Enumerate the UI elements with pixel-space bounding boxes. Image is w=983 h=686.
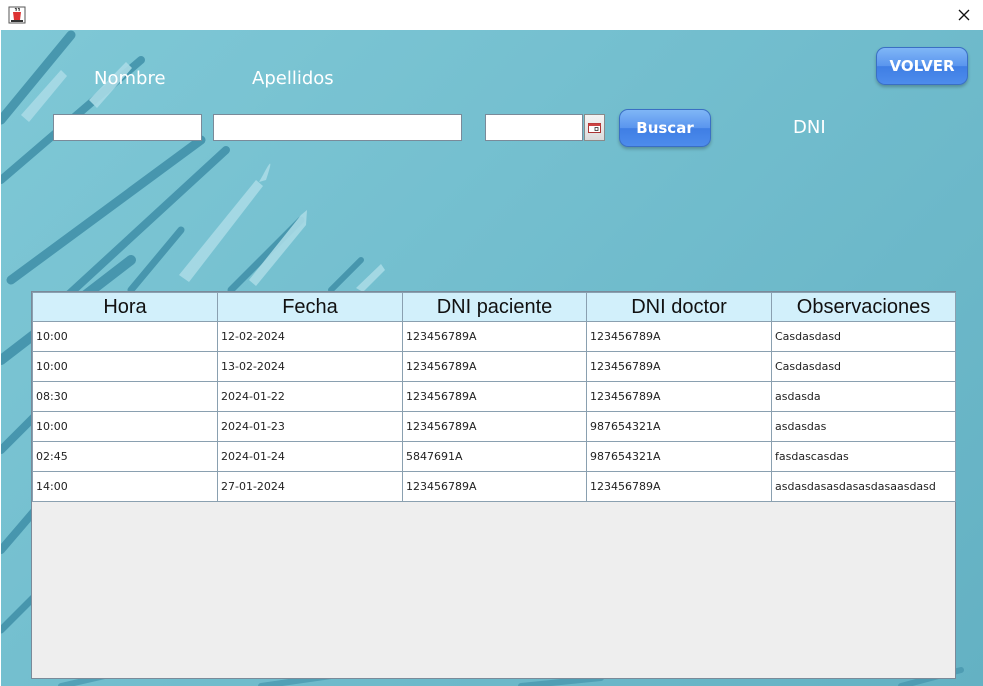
table-cell[interactable]: 2024-01-24 [217,441,403,472]
title-bar [0,0,983,30]
table-cell[interactable]: Casdasdasd [771,351,956,382]
java-cup-icon [8,6,26,24]
table-cell[interactable]: 13-02-2024 [217,351,403,382]
table-cell[interactable]: 2024-01-22 [217,381,403,412]
column-header-fecha[interactable]: Fecha [217,292,403,322]
table-row[interactable]: 10:00 13-02-2024 123456789A 123456789A C… [32,351,956,382]
table-cell[interactable]: 14:00 [32,471,218,502]
close-icon [958,9,970,21]
fecha-input[interactable] [485,114,583,141]
column-header-observaciones[interactable]: Observaciones [771,292,956,322]
table-row[interactable]: 14:00 27-01-2024 123456789A 123456789A a… [32,471,956,502]
table-row[interactable]: 02:45 2024-01-24 5847691A 987654321A fas… [32,441,956,472]
table-row[interactable]: 10:00 12-02-2024 123456789A 123456789A C… [32,321,956,352]
dni-label: DNI [793,117,826,138]
table-cell[interactable]: 123456789A [402,381,587,412]
calendar-icon [588,122,601,133]
appointments-table: Hora Fecha DNI paciente DNI doctor Obser… [31,291,956,679]
buscar-button[interactable]: Buscar [619,109,711,147]
table-cell[interactable]: 2024-01-23 [217,411,403,442]
table-cell[interactable]: 987654321A [586,441,772,472]
table-cell[interactable]: 123456789A [402,471,587,502]
table-cell[interactable]: 123456789A [402,321,587,352]
table-cell[interactable]: 123456789A [586,471,772,502]
close-button[interactable] [949,0,979,30]
table-row[interactable]: 08:30 2024-01-22 123456789A 123456789A a… [32,381,956,412]
table-row[interactable]: 10:00 2024-01-23 123456789A 987654321A a… [32,411,956,442]
table-cell[interactable]: 987654321A [586,411,772,442]
table-cell[interactable]: 5847691A [402,441,587,472]
table-cell[interactable]: 10:00 [32,321,218,352]
table-cell[interactable]: asdasda [771,381,956,412]
apellidos-input[interactable] [213,114,462,141]
table-header-row: Hora Fecha DNI paciente DNI doctor Obser… [32,292,956,322]
table-cell[interactable]: Casdasdasd [771,321,956,352]
table-cell[interactable]: fasdascasdas [771,441,956,472]
appointments-grid: Hora Fecha DNI paciente DNI doctor Obser… [32,292,956,502]
table-cell[interactable]: 02:45 [32,441,218,472]
date-picker-button[interactable] [584,114,605,141]
table-cell[interactable]: 123456789A [402,351,587,382]
table-cell[interactable]: 27-01-2024 [217,471,403,502]
table-cell[interactable]: asdasdasasdasasdasaasdasd [771,471,956,502]
nombre-label: Nombre [94,68,166,89]
main-panel: Nombre Apellidos DNI Buscar VOLVER Hora … [1,30,983,686]
table-cell[interactable]: 10:00 [32,351,218,382]
table-cell[interactable]: 10:00 [32,411,218,442]
apellidos-label: Apellidos [252,68,334,89]
column-header-dni-doctor[interactable]: DNI doctor [586,292,772,322]
nombre-input[interactable] [53,114,202,141]
table-cell[interactable]: 12-02-2024 [217,321,403,352]
table-cell[interactable]: 123456789A [586,381,772,412]
column-header-dni-paciente[interactable]: DNI paciente [402,292,587,322]
column-header-hora[interactable]: Hora [32,292,218,322]
table-cell[interactable]: 123456789A [402,411,587,442]
table-cell[interactable]: 123456789A [586,351,772,382]
volver-button[interactable]: VOLVER [876,47,968,85]
table-cell[interactable]: 08:30 [32,381,218,412]
table-cell[interactable]: asdasdas [771,411,956,442]
table-cell[interactable]: 123456789A [586,321,772,352]
